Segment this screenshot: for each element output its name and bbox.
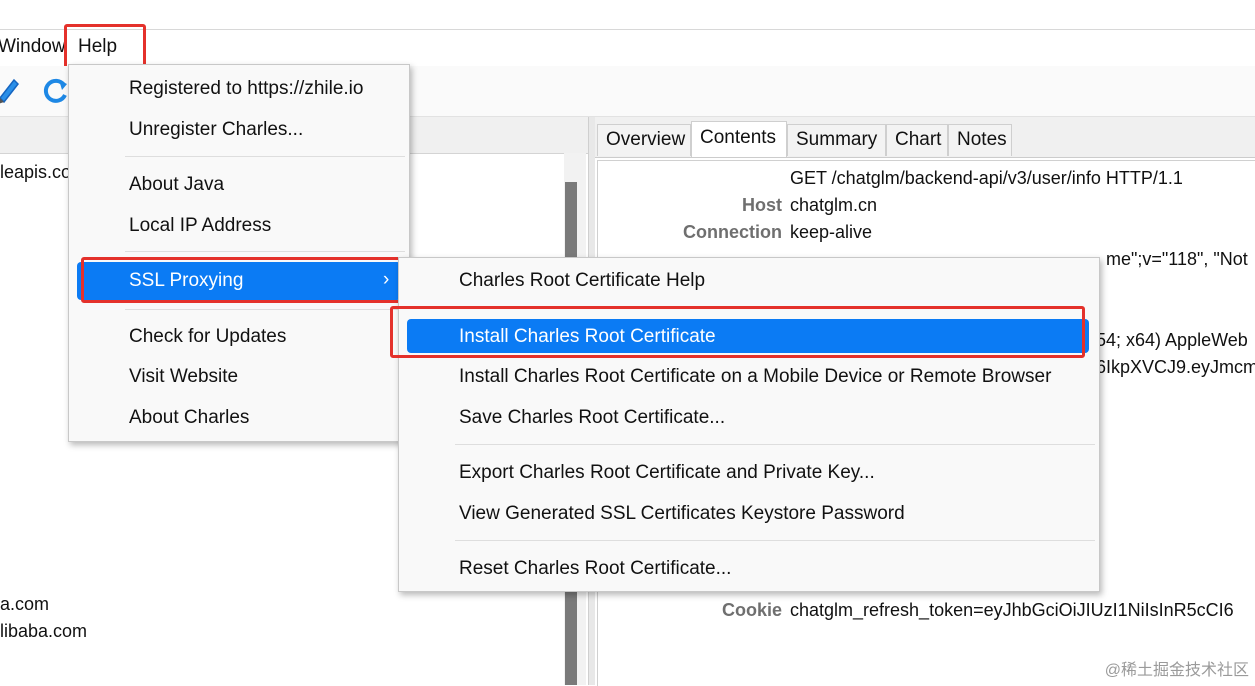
header-value: 54; x64) AppleWeb	[1096, 330, 1248, 350]
header-key: Connection	[683, 222, 782, 242]
pen-icon[interactable]	[0, 74, 22, 110]
menu-help[interactable]: Help	[78, 36, 117, 58]
header-value: 6IkpXVCJ9.eyJmcm	[1096, 357, 1255, 377]
request-line: GET /chatglm/backend-api/v3/user/info HT…	[790, 168, 1183, 188]
menu-item-install-mobile[interactable]: Install Charles Root Certificate on a Mo…	[459, 366, 1051, 388]
menu-separator	[125, 156, 405, 157]
header-value: keep-alive	[790, 222, 873, 242]
help-menu: Registered to https://zhile.io Unregiste…	[68, 64, 410, 442]
menu-separator	[125, 251, 405, 252]
host-row[interactable]: libaba.com	[0, 621, 87, 642]
ssl-proxying-submenu: Charles Root Certificate Help Install Ch…	[398, 257, 1100, 592]
menu-item-reset-root-cert[interactable]: Reset Charles Root Certificate...	[459, 558, 731, 580]
header-value: me";v="118", "Not	[1106, 249, 1248, 269]
menu-item-about-charles[interactable]: About Charles	[129, 407, 249, 429]
host-row[interactable]: a.com	[0, 594, 49, 615]
menu-item-unregister[interactable]: Unregister Charles...	[129, 119, 303, 141]
menu-item-install-root-cert[interactable]: Install Charles Root Certificate	[459, 326, 716, 348]
tab-chart[interactable]: Chart	[886, 124, 948, 156]
menu-separator	[125, 309, 405, 310]
tab-overview[interactable]: Overview	[597, 124, 691, 156]
tab-notes[interactable]: Notes	[948, 124, 1012, 156]
header-key: Host	[742, 195, 782, 215]
menu-item-keystore-password[interactable]: View Generated SSL Certificates Keystore…	[459, 503, 905, 525]
menu-bar: Window Help	[0, 30, 1255, 66]
menu-item-local-ip[interactable]: Local IP Address	[129, 215, 271, 237]
menu-item-save-root-cert[interactable]: Save Charles Root Certificate...	[459, 407, 725, 429]
menu-separator	[455, 444, 1095, 445]
menu-item-about-java[interactable]: About Java	[129, 174, 224, 196]
menu-item-ssl-proxying[interactable]: SSL Proxying	[129, 270, 243, 292]
menu-item-export-cert-key[interactable]: Export Charles Root Certificate and Priv…	[459, 462, 875, 484]
host-row[interactable]: leapis.co	[0, 162, 71, 183]
tab-summary[interactable]: Summary	[787, 124, 886, 156]
submenu-arrow-icon: ›	[383, 269, 390, 290]
watermark: @稀土掘金技术社区	[1104, 662, 1249, 679]
menu-separator	[455, 540, 1095, 541]
menu-item-registered[interactable]: Registered to https://zhile.io	[129, 78, 363, 100]
menu-item-visit-website[interactable]: Visit Website	[129, 366, 238, 388]
header-key: Cookie	[721, 600, 782, 620]
header-value: chatglm.cn	[790, 195, 878, 215]
menu-item-check-updates[interactable]: Check for Updates	[129, 326, 286, 348]
menu-window[interactable]: Window	[0, 36, 66, 58]
refresh-icon[interactable]	[40, 76, 70, 112]
tab-contents[interactable]: Contents	[691, 121, 787, 157]
header-value: chatglm_refresh_token=eyJhbGciOiJIUzI1Ni…	[790, 600, 1234, 620]
menu-item-root-cert-help[interactable]: Charles Root Certificate Help	[459, 270, 705, 292]
